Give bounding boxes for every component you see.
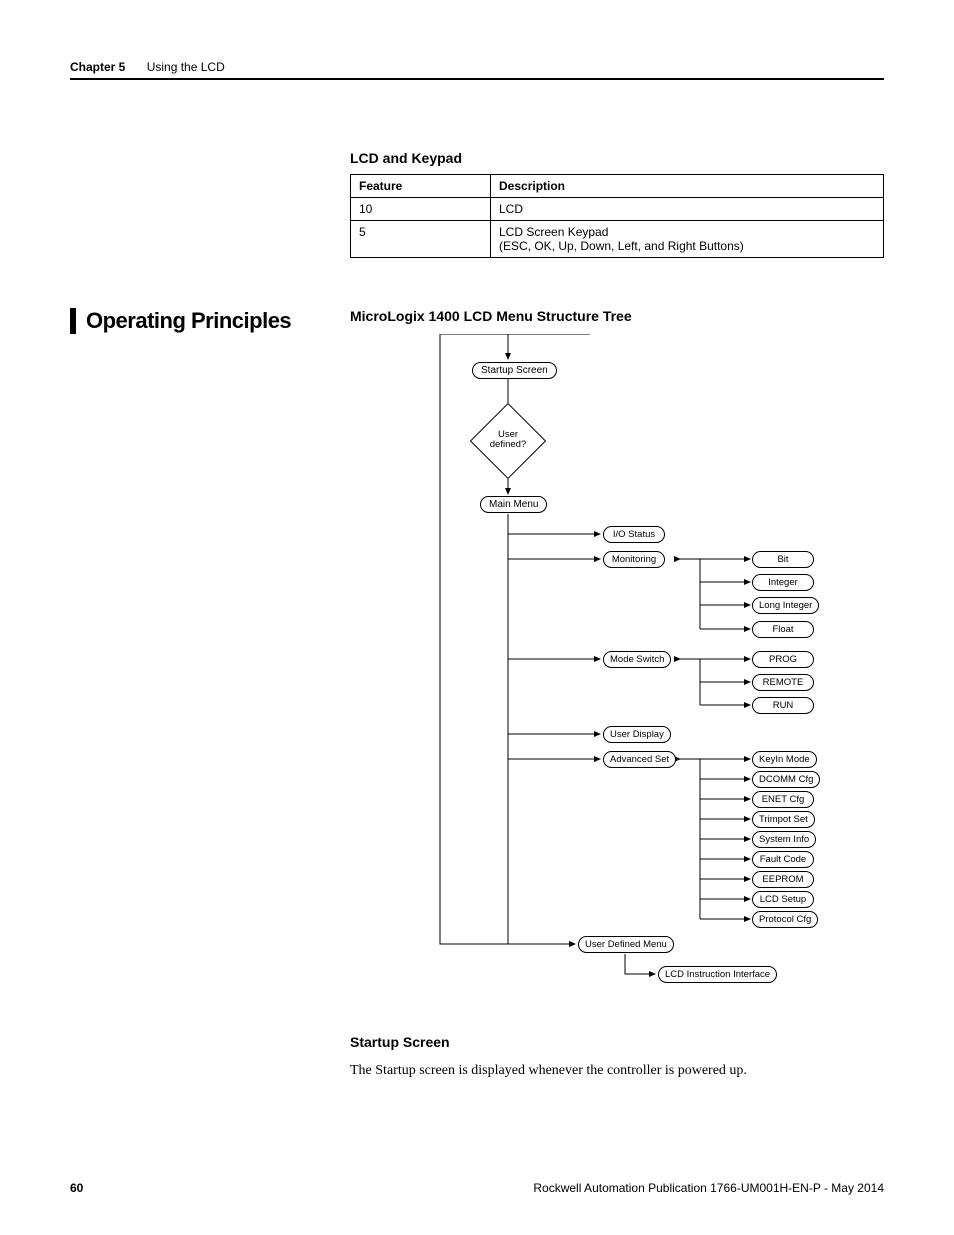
diagram-title: MicroLogix 1400 LCD Menu Structure Tree <box>350 308 884 324</box>
node-user-display: User Display <box>603 726 671 743</box>
node-enet: ENET Cfg <box>752 791 814 808</box>
page-footer: 60 Rockwell Automation Publication 1766-… <box>70 1181 884 1195</box>
feature-table: Feature Description 10 LCD 5 LCD Screen … <box>350 174 884 258</box>
node-user-defined-label: User defined? <box>478 430 538 451</box>
node-bit: Bit <box>752 551 814 568</box>
node-float: Float <box>752 621 814 638</box>
node-io-status: I/O Status <box>603 526 665 543</box>
th-description: Description <box>491 175 884 198</box>
page-header: Chapter 5 Using the LCD <box>70 60 884 80</box>
startup-body: The Startup screen is displayed whenever… <box>350 1060 884 1081</box>
node-trimpot: Trimpot Set <box>752 811 815 828</box>
node-dcomm: DCOMM Cfg <box>752 771 820 788</box>
table-row: 5 LCD Screen Keypad (ESC, OK, Up, Down, … <box>351 221 884 258</box>
table-row: 10 LCD <box>351 198 884 221</box>
node-run: RUN <box>752 697 814 714</box>
chapter-label: Chapter 5 <box>70 60 125 74</box>
node-fault: Fault Code <box>752 851 814 868</box>
node-mode-switch: Mode Switch <box>603 651 671 668</box>
section-heading: Operating Principles <box>70 308 291 334</box>
node-sysinfo: System Info <box>752 831 816 848</box>
startup-heading: Startup Screen <box>350 1034 884 1050</box>
table-title: LCD and Keypad <box>350 150 884 166</box>
page-number: 60 <box>70 1181 83 1195</box>
node-lcdsetup: LCD Setup <box>752 891 814 908</box>
node-lcd-instruction: LCD Instruction Interface <box>658 966 777 983</box>
node-long-integer: Long Integer <box>752 597 819 614</box>
node-advanced-set: Advanced Set <box>603 751 676 768</box>
node-prog: PROG <box>752 651 814 668</box>
node-eeprom: EEPROM <box>752 871 814 888</box>
node-main-menu: Main Menu <box>480 496 547 513</box>
node-integer: Integer <box>752 574 814 591</box>
menu-tree-diagram: Startup Screen User defined? Main Menu I… <box>400 334 920 1004</box>
node-startup: Startup Screen <box>472 362 557 379</box>
node-user-defined-menu: User Defined Menu <box>578 936 674 953</box>
chapter-title: Using the LCD <box>147 60 225 74</box>
node-keyin: KeyIn Mode <box>752 751 817 768</box>
node-monitoring: Monitoring <box>603 551 665 568</box>
publication-info: Rockwell Automation Publication 1766-UM0… <box>533 1181 884 1195</box>
node-remote: REMOTE <box>752 674 814 691</box>
node-protocol: Protocol Cfg <box>752 911 818 928</box>
th-feature: Feature <box>351 175 491 198</box>
